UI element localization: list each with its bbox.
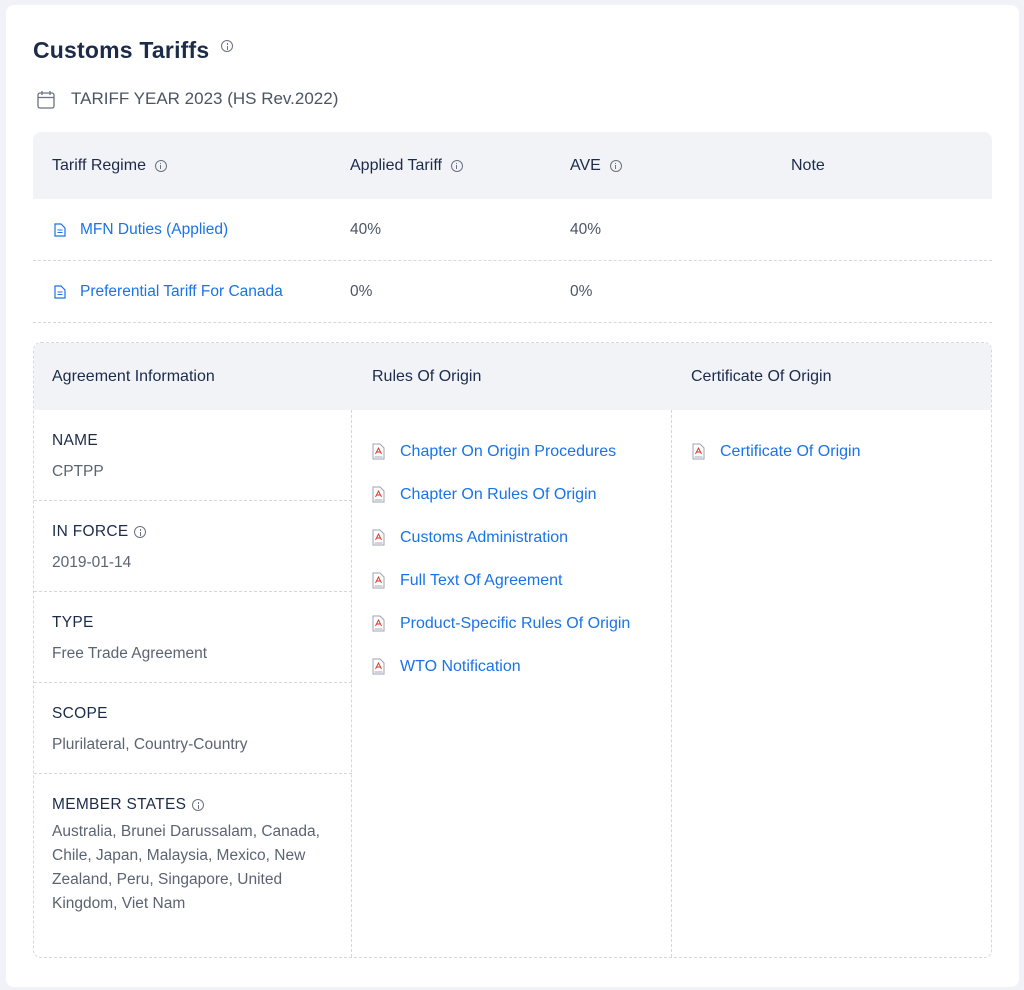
calendar-icon [37,90,55,109]
column-header-applied-tariff: Applied Tariff [350,132,463,199]
agreement-information-column: NAME CPTPP IN FORCE 2019-01-14 TYPE Free… [34,410,352,957]
info-value: Australia, Brunei Darussalam, Canada, Ch… [52,823,320,912]
rules-of-origin-list: Chapter On Origin Procedures Chapter On … [372,430,630,688]
pdf-file-icon [372,443,385,460]
info-name: NAME CPTPP [34,410,352,501]
tariff-table: Tariff Regime Applied Tariff AVE Note MF… [33,132,992,323]
tariff-year-label: TARIFF YEAR 2023 (HS Rev.2022) [71,89,339,108]
agreement-panel: Agreement Information Rules Of Origin Ce… [33,342,992,958]
pdf-file-icon [372,486,385,503]
ave-info-icon[interactable] [609,159,622,172]
pdf-link[interactable]: Chapter On Rules Of Origin [400,486,597,504]
info-label: TYPE [52,614,94,631]
table-row: Preferential Tariff For Canada 0% 0% [33,261,992,323]
list-item[interactable]: Chapter On Rules Of Origin [372,473,630,516]
tariff-table-header: Tariff Regime Applied Tariff AVE Note [33,132,992,199]
certificate-of-origin-column: Certificate Of Origin [672,410,991,957]
info-label: SCOPE [52,705,108,722]
page-title: Customs Tariffs [33,37,210,63]
list-item[interactable]: WTO Notification [372,645,630,688]
ave-value: 0% [570,283,593,300]
info-in-force: IN FORCE 2019-01-14 [34,501,352,592]
document-icon [54,223,66,237]
customs-tariffs-card: Customs Tariffs TARIFF YEAR 2023 (HS Rev… [6,5,1019,987]
pdf-file-icon [372,658,385,675]
info-scope: SCOPE Plurilateral, Country-Country [34,683,352,774]
info-member-states: MEMBER STATES Australia, Brunei Darussal… [34,774,352,916]
column-header-certificate-of-origin: Certificate Of Origin [691,367,832,385]
applied-tariff-value: 0% [350,283,373,300]
list-item[interactable]: Chapter On Origin Procedures [372,430,630,473]
tariff-year: TARIFF YEAR 2023 (HS Rev.2022) [37,89,338,109]
info-value: Plurilateral, Country-Country [52,736,248,753]
pdf-file-icon [372,572,385,589]
pdf-link[interactable]: Product-Specific Rules Of Origin [400,615,630,633]
column-header-rules-of-origin: Rules Of Origin [372,367,482,385]
regime-name[interactable]: MFN Duties (Applied) [80,221,228,239]
column-header-ave: AVE [570,132,622,199]
info-label: MEMBER STATES [52,796,332,814]
title-info-icon[interactable] [221,40,234,52]
pdf-link[interactable]: Chapter On Origin Procedures [400,443,616,461]
pdf-link[interactable]: Certificate Of Origin [720,443,860,461]
regime-name[interactable]: Preferential Tariff For Canada [80,283,283,301]
applied-tariff-value: 40% [350,221,382,238]
tariff-regime-info-icon[interactable] [154,159,167,172]
info-value: Free Trade Agreement [52,645,208,662]
info-label: IN FORCE [52,523,352,541]
list-item[interactable]: Customs Administration [372,516,630,559]
info-type: TYPE Free Trade Agreement [34,592,352,683]
in-force-info-icon[interactable] [134,526,147,538]
title-row: Customs Tariffs [33,37,234,64]
pdf-file-icon [692,443,705,460]
table-row: MFN Duties (Applied) 40% 40% [33,199,992,261]
applied-tariff-info-icon[interactable] [450,159,463,172]
ave-value: 40% [570,221,602,238]
info-value: 2019-01-14 [52,554,132,571]
rules-of-origin-column: Chapter On Origin Procedures Chapter On … [352,410,672,957]
agreement-header: Agreement Information Rules Of Origin Ce… [34,343,991,410]
column-header-tariff-regime: Tariff Regime [52,132,167,199]
pdf-link[interactable]: Full Text Of Agreement [400,572,562,590]
list-item[interactable]: Certificate Of Origin [692,430,860,473]
tariff-regime-link[interactable]: MFN Duties (Applied) [54,199,228,261]
info-value: CPTPP [52,463,104,480]
document-icon [54,285,66,299]
tariff-regime-link[interactable]: Preferential Tariff For Canada [54,261,283,323]
pdf-file-icon [372,615,385,632]
list-item[interactable]: Product-Specific Rules Of Origin [372,602,630,645]
pdf-file-icon [372,529,385,546]
pdf-link[interactable]: WTO Notification [400,658,521,676]
certificate-of-origin-list: Certificate Of Origin [692,430,860,473]
list-item[interactable]: Full Text Of Agreement [372,559,630,602]
column-header-note: Note [791,156,825,174]
info-label: NAME [52,432,98,449]
member-states-info-icon[interactable] [192,799,205,811]
column-header-agreement-information: Agreement Information [52,367,215,385]
pdf-link[interactable]: Customs Administration [400,529,568,547]
